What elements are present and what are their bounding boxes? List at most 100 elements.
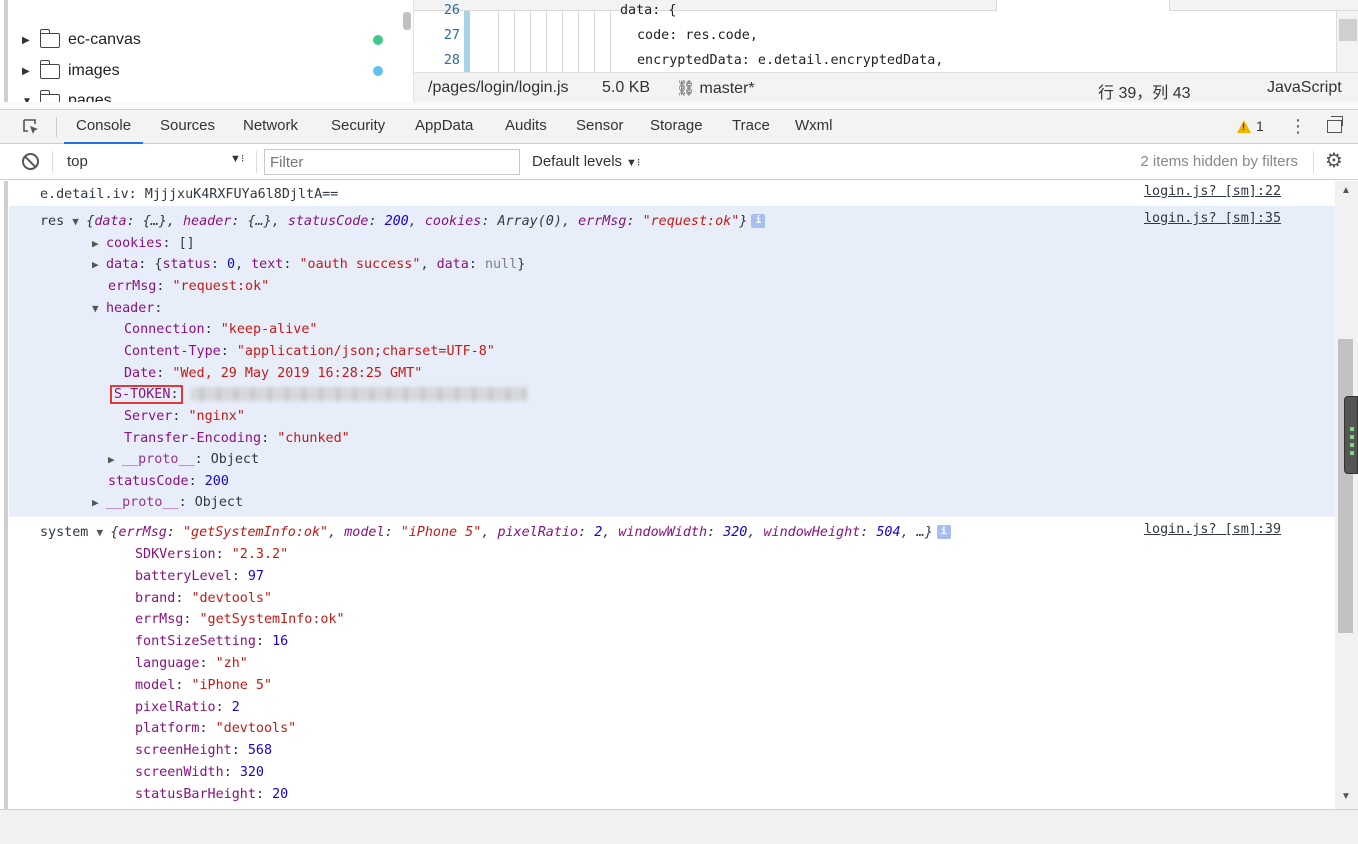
file-path[interactable]: /pages/login/login.js [428,79,569,97]
file-size: 5.0 KB [602,79,651,96]
tree-row-header[interactable]: ▼ header: [92,298,162,319]
tab-appdata[interactable]: AppData [415,110,473,144]
tree-row-screenheight: screenHeight: 568 [135,743,273,759]
source-link[interactable]: login.js? [sm]:22 [1144,184,1281,199]
indent-guide [562,11,563,72]
source-link[interactable]: login.js? [sm]:35 [1144,211,1281,226]
prop-value: "getSystemInfo:ok" [199,612,345,628]
code-line: code: res.code, [637,28,758,43]
tab-sources[interactable]: Sources [160,110,215,144]
prop-key: header [106,301,155,316]
tree-item-ec-canvas[interactable]: ▶ ec-canvas [22,28,141,52]
console-output[interactable]: e.detail.iv: MjjjxuK4RXFUYa6l8DjltA== lo… [0,181,1358,809]
cursor-position[interactable]: 行 39，列 43 [1098,79,1191,103]
tree-row-statuscode: statusCode: 200 [108,474,229,489]
tab-console[interactable]: Console [64,110,144,144]
window-bottom-strip [0,809,1358,844]
info-icon[interactable]: i [751,214,766,228]
warning-count: 1 [1256,118,1264,134]
prop-value: 200 [204,474,229,489]
code-editor[interactable]: 26 27 28 data: { code: res.code, encrypt… [414,0,1358,72]
tab-sensor[interactable]: Sensor [576,110,624,144]
indent-guide [594,11,595,72]
inspect-element-icon[interactable] [22,118,40,136]
tree-row-model: model: "iPhone 5" [135,677,273,693]
editor-tab-active[interactable] [996,0,1170,11]
editor-tab[interactable] [414,0,1034,11]
caret-right-icon[interactable]: ▶ [92,254,106,275]
console-message-res[interactable]: res ▼ {data: {…}, header: {…}, statusCode… [9,206,1335,516]
prop-key: cookies [106,236,163,251]
prop-key: cookies [424,214,482,229]
caret-right-icon[interactable]: ▶ [108,449,122,470]
tab-storage[interactable]: Storage [650,110,703,144]
warning-counter[interactable]: ! 1 [1237,118,1264,134]
folder-icon [39,59,60,79]
tree-scrollbar[interactable] [403,12,411,30]
tab-audits[interactable]: Audits [505,110,547,144]
caret-down-icon[interactable]: ▼ [96,522,110,543]
language-mode[interactable]: JavaScript [1267,79,1342,97]
caret-right-icon[interactable]: ▶ [92,492,106,513]
prop-key: __proto__ [122,452,195,467]
caret-right-icon[interactable]: ▶ [92,233,106,254]
filter-input[interactable] [264,149,520,175]
git-branch[interactable]: ⛓ master* [676,79,755,98]
console-message[interactable]: e.detail.iv: MjjjxuK4RXFUYa6l8DjltA== lo… [9,181,1335,206]
prop-value: "nginx" [188,409,245,424]
caret-down-icon[interactable]: ▼ [92,298,106,319]
line-number: 26 [443,3,460,18]
tree-row-header-proto[interactable]: ▶ __proto__: Object [108,449,259,470]
prop-value: "request:ok" [642,214,740,229]
tree-row-proto[interactable]: ▶ __proto__: Object [92,492,243,513]
toolbar-divider [52,151,53,173]
prop-key: model [135,677,176,693]
tree-item-pages[interactable]: ▼ pages [22,89,112,102]
source-link[interactable]: login.js? [sm]:39 [1144,522,1281,537]
object-summary-row[interactable]: res ▼ {data: {…}, header: {…}, statusCode… [40,211,766,232]
tree-row-cookies[interactable]: ▶ cookies: [] [92,233,195,254]
console-scrollbar[interactable]: ▲ ▼ [1335,181,1358,809]
editor-scrollbar[interactable] [1336,11,1358,72]
info-icon[interactable]: i [936,525,951,539]
scroll-thumb[interactable] [1339,19,1357,41]
context-selector[interactable]: top ▼⁝ [58,149,248,175]
clear-console-icon[interactable] [22,153,39,170]
scroll-up-icon[interactable]: ▲ [1341,185,1351,196]
prop-value: [] [178,236,195,251]
dropdown-arrow-icon: ▼⁝ [626,157,641,169]
prop-key: SDKVersion [135,547,216,562]
more-options-icon[interactable]: ⋮ [1289,116,1307,138]
caret-right-icon[interactable]: ▶ [22,35,34,46]
panel-splitter[interactable] [0,102,1358,110]
console-message-system[interactable]: system ▼ {errMsg: "getSystemInfo:ok", mod… [9,516,1335,809]
prop-key: windowHeight [763,525,861,540]
caret-down-icon[interactable]: ▼ [72,211,86,232]
tab-wxml[interactable]: Wxml [795,110,833,144]
undock-icon[interactable] [1327,116,1343,133]
tree-item-images[interactable]: ▶ images [22,59,120,83]
gear-icon[interactable]: ⚙ [1325,151,1345,171]
folder-open-icon [39,89,60,102]
editor-tab-strip [414,0,1358,11]
prop-key: pixelRatio [135,699,216,715]
object-summary-row[interactable]: system ▼ {errMsg: "getSystemInfo:ok", mod… [40,522,951,543]
prop-value: "iPhone 5" [191,677,273,693]
prop-value: 97 [247,568,264,584]
scroll-down-icon[interactable]: ▼ [1341,791,1351,802]
tab-network[interactable]: Network [243,110,298,144]
prop-value: 20 [272,786,289,802]
prop-key: fontSizeSetting [135,634,256,650]
side-drawer-handle[interactable] [1344,396,1358,474]
tree-row-language: language: "zh" [135,656,248,671]
tab-trace[interactable]: Trace [732,110,770,144]
log-levels-dropdown[interactable]: Default levels ▼⁝ [532,153,640,170]
caret-right-icon[interactable]: ▶ [22,66,34,77]
tree-row-data[interactable]: ▶ data: {status: 0, text: "oauth success"… [92,254,525,275]
prop-key: text [251,257,284,272]
scroll-thumb[interactable] [1338,339,1353,633]
branch-icon: ⛓ [676,80,696,97]
prop-value: "request:ok" [172,279,270,294]
tab-security[interactable]: Security [331,110,385,144]
indent-guide [546,11,547,72]
